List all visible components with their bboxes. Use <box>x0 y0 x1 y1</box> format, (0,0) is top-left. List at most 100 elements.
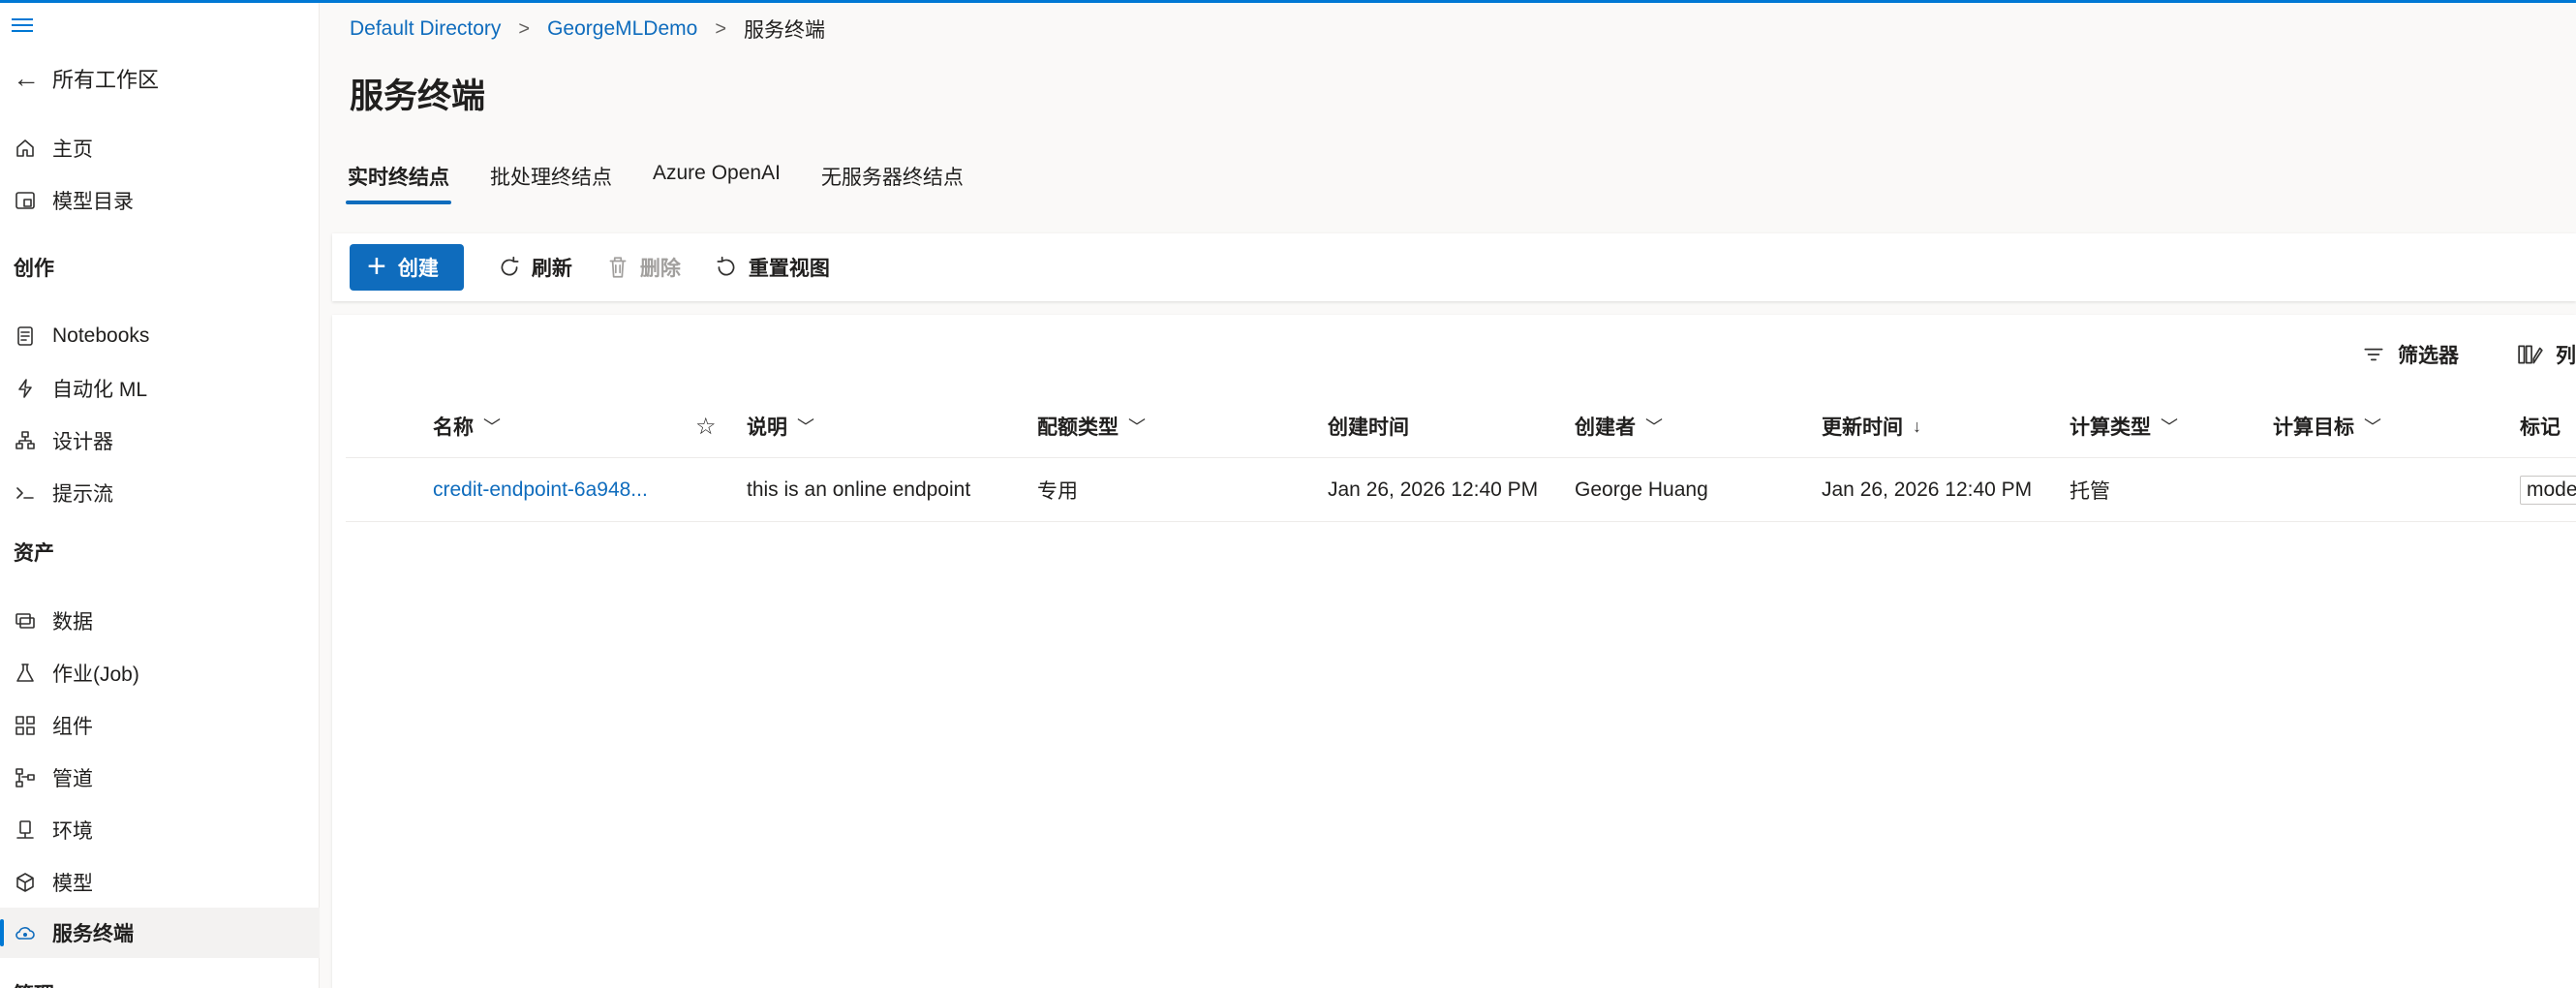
sidebar-item-pipelines[interactable]: 管道 <box>0 753 320 803</box>
tag-chip[interactable]: mode <box>2520 476 2576 505</box>
sidebar-item-label: 作业(Job) <box>52 664 139 686</box>
header-label: 创建时间 <box>1328 417 1409 439</box>
breadcrumb: Default Directory > GeorgeMLDemo > 服务终端 <box>350 15 825 44</box>
cell-description: this is an online endpoint <box>747 479 971 501</box>
table-row[interactable]: credit-endpoint-6a948... this is an onli… <box>346 458 2576 522</box>
sidebar-item-automl[interactable]: 自动化 ML <box>0 363 320 414</box>
sidebar-item-environments[interactable]: 环境 <box>0 805 320 855</box>
sidebar-item-data[interactable]: 数据 <box>0 596 320 646</box>
sidebar-item-notebooks[interactable]: Notebooks <box>0 311 320 361</box>
endpoint-tabs: 实时终结点 批处理终结点 Azure OpenAI 无服务器终结点 <box>346 158 966 204</box>
breadcrumb-current: 服务终端 <box>744 19 825 42</box>
sidebar-item-label: 模型 <box>52 873 93 895</box>
header-label: 标记 <box>2520 417 2561 439</box>
back-to-workspaces[interactable]: ← 所有工作区 <box>12 59 159 98</box>
section-assets: 资产 <box>14 542 54 565</box>
header-label: 名称 <box>433 417 474 439</box>
chevron-down-icon: ﹀ <box>1645 417 1663 437</box>
sidebar-item-label: 组件 <box>52 716 93 738</box>
reset-icon <box>717 256 735 276</box>
sidebar-item-label: 管道 <box>52 768 93 790</box>
back-label: 所有工作区 <box>52 68 160 92</box>
sidebar-item-label: 数据 <box>52 611 93 633</box>
header-label: 更新时间 <box>1822 417 1903 439</box>
designer-icon <box>12 427 39 454</box>
sidebar-item-jobs[interactable]: 作业(Job) <box>0 648 320 698</box>
create-label: 创建 <box>397 258 439 280</box>
table-header-row: 名称 ﹀ ☆ 说明 ﹀ 配额类型 ﹀ 创建时间 创建者 ﹀ 更新时间 ↓ 计算类… <box>346 394 2576 458</box>
automl-icon <box>12 375 39 402</box>
cube-icon <box>12 869 39 896</box>
main-content: Default Directory > GeorgeMLDemo > 服务终端 … <box>321 3 2576 988</box>
endpoints-table: 名称 ﹀ ☆ 说明 ﹀ 配额类型 ﹀ 创建时间 创建者 ﹀ 更新时间 ↓ 计算类… <box>346 394 2576 522</box>
header-label: 创建者 <box>1575 417 1636 439</box>
panel-actions: 筛选器 列 <box>2361 340 2576 369</box>
home-icon <box>12 135 39 162</box>
sidebar-item-components[interactable]: 组件 <box>0 700 320 751</box>
cell-compute-type: 托管 <box>2070 480 2110 503</box>
sidebar-item-label: Notebooks <box>52 324 150 347</box>
reset-view-button[interactable]: 重置视图 <box>714 253 830 282</box>
tab-realtime-endpoints[interactable]: 实时终结点 <box>346 158 451 204</box>
refresh-button[interactable]: 刷新 <box>497 253 572 282</box>
cell-tags: mode <box>2520 458 2576 522</box>
cell-created-by: George Huang <box>1575 479 1708 501</box>
column-header-quota-type[interactable]: 配额类型 ﹀ <box>1037 394 1146 458</box>
page-title: 服务终端 <box>350 77 486 115</box>
left-nav: ← 所有工作区 主页 模型目录 创作 Notebooks 自动化 ML 设计器 … <box>0 3 320 988</box>
columns-button[interactable]: 列 <box>2517 340 2576 369</box>
columns-label: 列 <box>2556 345 2576 367</box>
delete-label: 删除 <box>639 258 681 280</box>
sidebar-item-label: 服务终端 <box>52 923 134 945</box>
cell-updated-on: Jan 26, 2026 12:40 PM <box>1822 479 2033 501</box>
sidebar-item-prompt-flow[interactable]: 提示流 <box>0 468 320 518</box>
columns-edit-icon <box>2518 345 2543 364</box>
column-header-compute-target[interactable]: 计算目标 ﹀ <box>2273 394 2381 458</box>
arrow-left-icon: ← <box>13 63 40 93</box>
tab-azure-openai[interactable]: Azure OpenAI <box>651 158 782 204</box>
sidebar-item-model-catalog[interactable]: 模型目录 <box>0 175 320 226</box>
endpoint-name-link[interactable]: credit-endpoint-6a948... <box>433 458 648 522</box>
cloud-endpoint-icon <box>12 919 39 946</box>
endpoints-panel: 筛选器 列 名称 ﹀ ☆ 说明 ﹀ 配额类型 ﹀ 创建时间 创建者 ﹀ 更新时间… <box>332 315 2576 988</box>
header-label: 配额类型 <box>1037 417 1119 439</box>
breadcrumb-workspace[interactable]: GeorgeMLDemo <box>547 17 697 41</box>
delete-button[interactable]: 删除 <box>605 253 681 282</box>
sidebar-item-home[interactable]: 主页 <box>0 123 320 173</box>
filters-label: 筛选器 <box>2398 345 2459 367</box>
sidebar-item-label: 主页 <box>52 139 93 161</box>
sidebar-item-designer[interactable]: 设计器 <box>0 416 320 466</box>
chevron-down-icon: ﹀ <box>1128 417 1146 437</box>
header-label: 计算目标 <box>2273 417 2354 439</box>
plus-icon: + <box>367 247 386 285</box>
notebook-icon <box>12 323 39 350</box>
filters-button[interactable]: 筛选器 <box>2361 340 2459 369</box>
tab-batch-endpoints[interactable]: 批处理终结点 <box>488 158 614 204</box>
header-label: 计算类型 <box>2070 417 2151 439</box>
favorite-star-icon[interactable]: ☆ <box>695 394 717 458</box>
section-manage: 管理 <box>14 979 54 988</box>
create-button[interactable]: + 创建 <box>350 244 464 291</box>
chevron-right-icon: > <box>518 17 531 40</box>
filter-icon <box>2364 348 2383 361</box>
column-header-description[interactable]: 说明 ﹀ <box>747 394 814 458</box>
prompt-icon <box>12 479 39 507</box>
reset-view-label: 重置视图 <box>748 258 830 280</box>
column-header-compute-type[interactable]: 计算类型 ﹀ <box>2070 394 2178 458</box>
pipeline-icon <box>12 764 39 791</box>
sidebar-item-label: 环境 <box>52 820 93 843</box>
sidebar-item-endpoints[interactable]: 服务终端 <box>0 908 320 958</box>
chevron-right-icon: > <box>715 17 726 40</box>
column-header-created-by[interactable]: 创建者 ﹀ <box>1575 394 1663 458</box>
hamburger-menu-icon[interactable] <box>12 18 35 36</box>
column-header-created-on[interactable]: 创建时间 <box>1328 394 1409 458</box>
breadcrumb-directory[interactable]: Default Directory <box>350 17 501 41</box>
column-header-tags[interactable]: 标记 <box>2520 394 2561 458</box>
tab-serverless-endpoints[interactable]: 无服务器终结点 <box>819 158 966 204</box>
column-header-name[interactable]: 名称 ﹀ <box>433 394 501 458</box>
column-header-updated-on[interactable]: 更新时间 ↓ <box>1822 394 1921 458</box>
refresh-icon <box>501 256 519 276</box>
sidebar-item-models[interactable]: 模型 <box>0 857 320 908</box>
header-label: 说明 <box>747 417 787 439</box>
sidebar-item-label: 提示流 <box>52 483 113 506</box>
